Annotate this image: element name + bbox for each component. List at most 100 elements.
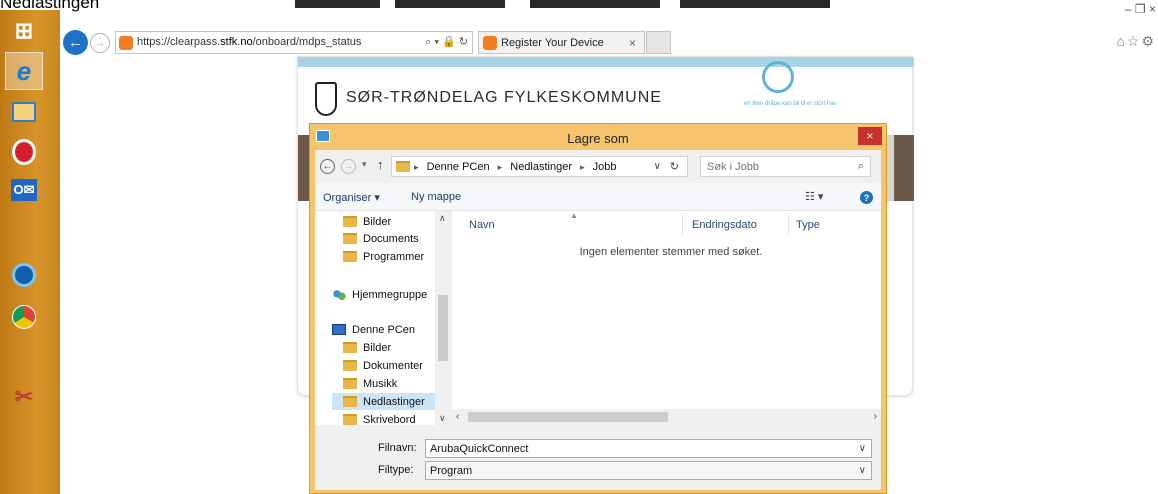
- breadcrumb-item[interactable]: Jobb: [593, 161, 617, 173]
- navigation-scrollbar[interactable]: ∧ ∨: [435, 211, 452, 425]
- forward-arrow-icon[interactable]: →: [341, 159, 356, 174]
- navigation-pane: Bilder Documents Programmer Hjemmegruppe…: [315, 211, 452, 425]
- sidebar-item-programmer[interactable]: Programmer: [343, 248, 424, 265]
- column-header-name[interactable]: Navn: [469, 219, 495, 231]
- screen: Nedlastingen ⊞ e O✉ ✂ ← → https://clearp…: [0, 0, 1158, 494]
- sidebar-item-bilder-pc[interactable]: Bilder: [343, 339, 391, 356]
- folder-icon: [343, 233, 357, 244]
- computer-icon: [332, 324, 346, 335]
- view-options-icon[interactable]: ☷ ▾: [805, 190, 823, 203]
- dialog-navigation-row: ← → ▾ ↑ ▸ Denne PCen ▸ Nedlastinger ▸ Jo…: [315, 150, 881, 183]
- horizontal-scrollbar[interactable]: ‹ ›: [452, 409, 881, 425]
- site-favicon-icon: [119, 36, 133, 50]
- file-list: ▲ Navn Endringsdato Type Ingen elementer…: [452, 211, 881, 409]
- sidebar-item-dokumenter[interactable]: Dokumenter: [343, 357, 423, 374]
- sidebar-item-denne-pcen[interactable]: Denne PCen: [332, 321, 415, 338]
- recent-locations-chevron-icon[interactable]: ▾: [362, 159, 367, 170]
- county-crest-logo: [315, 82, 337, 116]
- tab-close-icon[interactable]: ×: [629, 36, 636, 50]
- sidebar-item-documents[interactable]: Documents: [343, 230, 419, 247]
- homegroup-icon: [332, 288, 346, 301]
- browser-right-tools[interactable]: ⌂☆⚙: [1116, 33, 1156, 50]
- search-icon: ⌕: [857, 160, 864, 172]
- folder-icon: [343, 396, 357, 407]
- organization-name: SØR-TRØNDELAG FYLKESKOMMUNE: [346, 89, 662, 106]
- taskbar: ⊞ e O✉ ✂: [0, 10, 60, 494]
- empty-message: Ingen elementer stemmer med søket.: [579, 246, 763, 258]
- scrollbar-thumb[interactable]: [468, 412, 668, 422]
- breadcrumb-path: ▸ Denne PCen ▸ Nedlastinger ▸ Jobb: [414, 161, 617, 173]
- address-tools[interactable]: ⌕ ▾ 🔒 ↻: [425, 35, 468, 49]
- breadcrumb-item[interactable]: Denne PCen: [427, 161, 490, 173]
- dialog-body: ← → ▾ ↑ ▸ Denne PCen ▸ Nedlastinger ▸ Jo…: [315, 150, 881, 490]
- filetype-select[interactable]: Program ∨: [425, 461, 872, 480]
- chrome-icon[interactable]: [7, 300, 41, 334]
- window-controls: – ❐ ×: [1125, 2, 1156, 16]
- filename-field[interactable]: ArubaQuickConnect ∨: [425, 439, 872, 458]
- file-explorer-icon[interactable]: [7, 95, 41, 129]
- windows-start-icon[interactable]: ⊞: [7, 14, 41, 48]
- filename-label: Filnavn:: [378, 442, 417, 454]
- scroll-up-icon[interactable]: ∧: [439, 213, 446, 224]
- top-strip: [680, 0, 830, 8]
- refresh-icon[interactable]: ↻: [670, 160, 679, 173]
- folder-icon: [343, 251, 357, 262]
- tools-icon[interactable]: ✂: [7, 380, 41, 414]
- tab-register-device[interactable]: Register Your Device ×: [478, 31, 645, 54]
- breadcrumb[interactable]: ▸ Denne PCen ▸ Nedlastinger ▸ Jobb ∨ ↻: [391, 156, 688, 177]
- site-favicon-icon: [483, 36, 497, 50]
- water-drop-logo: [762, 61, 794, 93]
- search-input[interactable]: Søk i Jobb ⌕: [700, 156, 871, 177]
- scroll-down-icon[interactable]: ∨: [439, 413, 446, 424]
- address-url: https://clearpass.stfk.no/onboard/mdps_s…: [137, 36, 362, 48]
- sidebar-item-musikk[interactable]: Musikk: [343, 375, 397, 392]
- folder-icon: [343, 360, 357, 371]
- browser-toolbar: ← → https://clearpass.stfk.no/onboard/md…: [60, 2, 1158, 59]
- scrollbar-thumb[interactable]: [438, 295, 448, 361]
- tab-title: Register Your Device: [501, 37, 604, 49]
- dialog-close-button[interactable]: ×: [858, 127, 882, 145]
- dialog-titlebar: Lagre som ×: [310, 124, 886, 150]
- tagline: en liten dråpe kan bli til et stort hav: [744, 101, 837, 107]
- new-tab-button[interactable]: [646, 31, 671, 54]
- breadcrumb-item[interactable]: Nedlastinger: [510, 161, 572, 173]
- sort-arrow-icon: ▲: [570, 211, 578, 220]
- forward-arrow-icon[interactable]: →: [90, 33, 110, 53]
- dialog-title: Lagre som: [567, 131, 629, 146]
- organize-button[interactable]: Organiser ▾: [323, 191, 380, 204]
- opera-icon[interactable]: [7, 135, 41, 169]
- folder-icon: [343, 342, 357, 353]
- save-as-dialog: Lagre som × ← → ▾ ↑ ▸ Denne PCen ▸ Nedla…: [309, 123, 887, 494]
- outlook-icon[interactable]: O✉: [7, 173, 41, 207]
- address-bar[interactable]: https://clearpass.stfk.no/onboard/mdps_s…: [115, 31, 473, 54]
- up-arrow-icon[interactable]: ↑: [377, 157, 384, 172]
- folder-icon: [343, 414, 357, 425]
- chevron-down-icon[interactable]: ∨: [859, 443, 866, 454]
- sidebar-item-bilder[interactable]: Bilder: [343, 213, 391, 230]
- column-header-date[interactable]: Endringsdato: [692, 219, 757, 231]
- zoom-search-icon[interactable]: [7, 258, 41, 292]
- top-strip: [530, 0, 660, 8]
- search-placeholder: Søk i Jobb: [707, 161, 759, 173]
- save-options: Filnavn: ArubaQuickConnect ∨ Filtype: Pr…: [315, 425, 881, 490]
- scroll-left-icon[interactable]: ‹: [456, 411, 459, 422]
- sidebar-item-hjemmegruppe[interactable]: Hjemmegruppe: [332, 286, 427, 303]
- help-icon[interactable]: ?: [860, 191, 873, 204]
- filetype-value: Program: [430, 465, 473, 477]
- new-folder-button[interactable]: Ny mappe: [411, 191, 461, 203]
- top-strip: [295, 0, 380, 8]
- path-chevron-down-icon[interactable]: ∨: [654, 161, 661, 172]
- chevron-down-icon[interactable]: ∨: [859, 465, 866, 476]
- scroll-right-icon[interactable]: ›: [874, 411, 877, 422]
- restore-button[interactable]: ❐: [1135, 2, 1146, 16]
- top-strip: [395, 0, 505, 8]
- close-window-button[interactable]: ×: [1149, 2, 1156, 16]
- sidebar-item-nedlastinger[interactable]: Nedlastinger: [332, 393, 435, 410]
- sidebar-item-skrivebord[interactable]: Skrivebord: [343, 411, 416, 425]
- internet-explorer-icon[interactable]: e: [5, 52, 43, 90]
- column-header-type[interactable]: Type: [796, 219, 820, 231]
- back-arrow-icon[interactable]: ←: [63, 30, 88, 55]
- back-arrow-icon[interactable]: ←: [320, 159, 335, 174]
- folder-icon: [396, 161, 410, 172]
- minimize-button[interactable]: –: [1125, 2, 1132, 16]
